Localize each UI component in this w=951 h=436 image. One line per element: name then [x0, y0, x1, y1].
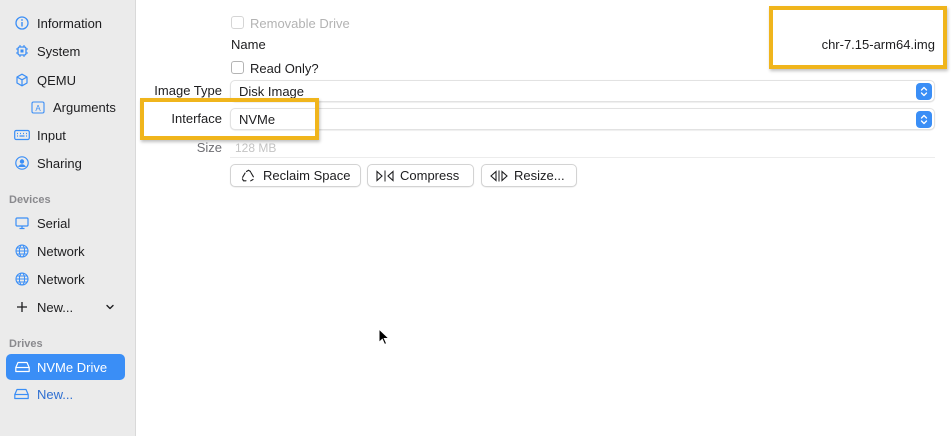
svg-text:A: A [35, 104, 41, 113]
info-icon [14, 15, 30, 31]
sidebar-item-network-2[interactable]: Network [6, 266, 125, 292]
plus-icon [14, 299, 30, 315]
display-icon [14, 215, 30, 231]
recycle-icon [239, 169, 257, 183]
sidebar-item-label: Sharing [37, 155, 82, 171]
size-placeholder: 128 MB [235, 140, 277, 155]
mouse-pointer-icon [378, 327, 391, 349]
stepper-chevrons-icon [916, 83, 932, 100]
sidebar-item-input[interactable]: Input [6, 122, 125, 148]
chip-icon [14, 43, 30, 59]
size-field[interactable]: 128 MB [230, 138, 935, 158]
sidebar-item-arguments[interactable]: A Arguments [6, 94, 125, 120]
read-only-label: Read Only? [250, 61, 319, 76]
sidebar-item-label: Arguments [53, 99, 116, 115]
reclaim-space-label: Reclaim Space [263, 168, 351, 183]
sidebar-item-label: Input [37, 127, 66, 143]
sidebar-item-information[interactable]: Information [6, 10, 125, 36]
sidebar-item-label: Information [37, 15, 103, 31]
drives-header: Drives [9, 338, 43, 350]
sidebar-item-label: Network [37, 243, 85, 259]
new-drive-label: New... [37, 386, 74, 402]
interface-label: Interface [171, 111, 222, 126]
sidebar-item-label: NVMe Drive [37, 359, 108, 375]
chevron-down-icon [103, 300, 117, 314]
sidebar-item-label: QEMU [37, 72, 76, 88]
read-only-checkbox[interactable] [231, 61, 244, 74]
sidebar-item-label: System [37, 43, 81, 59]
size-label: Size [196, 140, 222, 155]
resize-button[interactable]: Resize... [481, 164, 577, 187]
globe-icon [14, 243, 30, 259]
drive-settings-panel: Removable Drive Name chr-7.15-arm64.img … [137, 0, 951, 436]
interface-value: NVMe [239, 111, 276, 127]
globe-icon [14, 271, 30, 287]
sidebar-item-label: Serial [37, 215, 71, 231]
new-drive-button[interactable]: New... [6, 381, 125, 407]
stepper-chevrons-icon [916, 111, 932, 128]
image-type-select[interactable]: Disk Image [230, 80, 935, 102]
sidebar: Information System QEMU A Arguments Inpu… [0, 0, 136, 436]
new-device-menu[interactable]: New... [6, 294, 125, 320]
name-label: Name [231, 37, 266, 52]
compress-icon [376, 169, 394, 183]
sidebar-item-nvme-drive[interactable]: NVMe Drive [6, 354, 125, 380]
sidebar-item-label: Network [37, 271, 85, 287]
image-type-value: Disk Image [239, 83, 305, 99]
sidebar-item-serial[interactable]: Serial [6, 210, 125, 236]
removable-drive-label: Removable Drive [250, 16, 350, 31]
text-a-icon: A [30, 99, 46, 115]
removable-drive-checkbox[interactable] [231, 16, 244, 29]
person-icon [14, 155, 30, 171]
sidebar-item-qemu[interactable]: QEMU [6, 67, 125, 93]
new-device-label: New... [37, 299, 74, 315]
devices-header: Devices [9, 194, 51, 206]
drive-icon [14, 359, 30, 375]
compress-button[interactable]: Compress [367, 164, 474, 187]
keyboard-icon [14, 127, 30, 143]
reclaim-space-button[interactable]: Reclaim Space [230, 164, 361, 187]
sidebar-item-network-1[interactable]: Network [6, 238, 125, 264]
resize-label: Resize... [514, 168, 565, 183]
resize-icon [490, 169, 508, 183]
compress-label: Compress [400, 168, 460, 183]
sidebar-item-sharing[interactable]: Sharing [6, 150, 125, 176]
image-type-label: Image Type [154, 83, 222, 98]
cube-icon [14, 72, 30, 88]
name-value: chr-7.15-arm64.img [821, 37, 935, 52]
drive-add-icon [14, 386, 30, 402]
interface-select[interactable]: NVMe [230, 108, 935, 130]
sidebar-item-system[interactable]: System [6, 38, 125, 64]
